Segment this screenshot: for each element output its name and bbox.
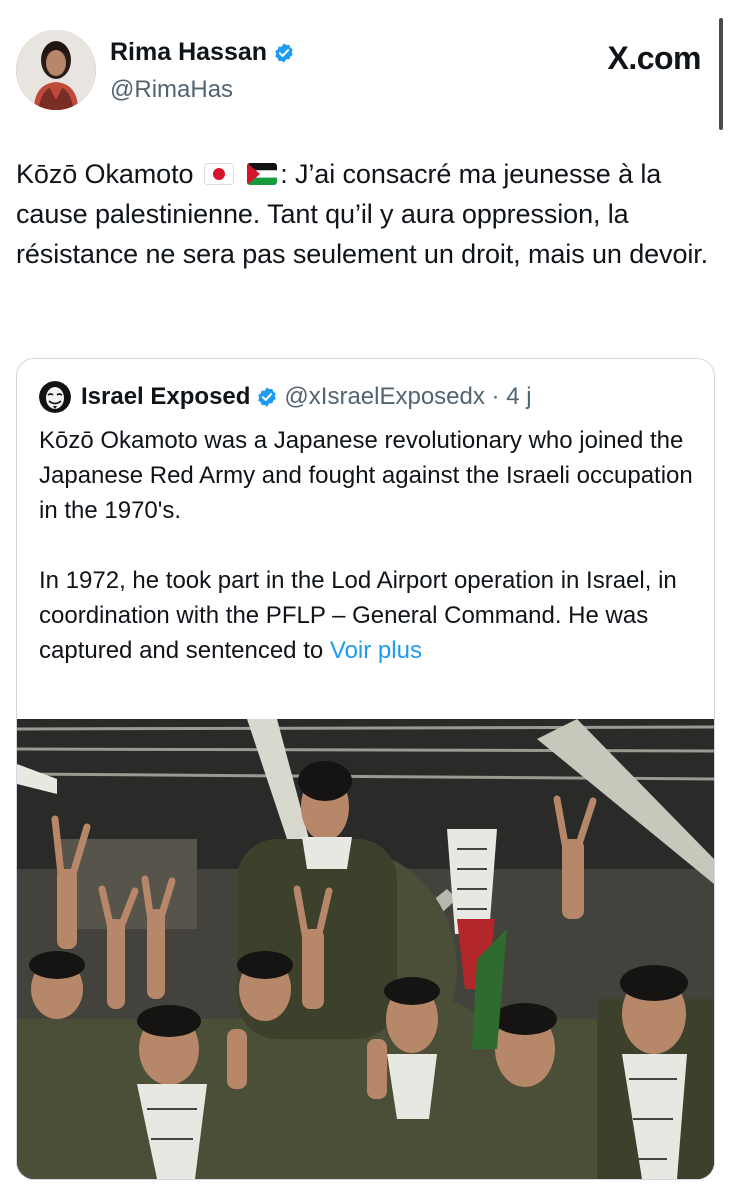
scrollbar[interactable]	[719, 18, 723, 130]
author-avatar[interactable]	[16, 30, 96, 110]
quoted-paragraph-1: Kōzō Okamoto was a Japanese revolutionar…	[39, 427, 693, 524]
quoted-tweet-header: Israel Exposed @xIsraelExposedx · 4 j	[39, 381, 532, 413]
tweet-text: Kōzō Okamoto : J’ai consacré ma jeunesse…	[16, 154, 716, 274]
quoted-paragraph-2: In 1972, he took part in the Lod Airport…	[39, 563, 699, 668]
palestine-flag-icon	[247, 163, 278, 185]
quoted-tweet-card[interactable]: Israel Exposed @xIsraelExposedx · 4 j Kō…	[16, 358, 715, 1180]
see-more-link[interactable]: Voir plus	[330, 637, 422, 664]
quoted-tweet-text: Kōzō Okamoto was a Japanese revolutionar…	[39, 423, 699, 703]
author-name[interactable]: Rima Hassan	[110, 38, 295, 67]
site-logo-text: X.com	[607, 40, 701, 76]
tweet-header: Rima Hassan @RimaHas X.com	[16, 28, 701, 116]
verified-badge-icon	[275, 42, 293, 63]
verified-badge-icon	[258, 387, 277, 407]
quoted-tweet-photo[interactable]	[17, 719, 714, 1179]
quoted-handle-time[interactable]: @xIsraelExposedx · 4 j	[284, 383, 531, 411]
tweet-text-start: Kōzō Okamoto	[16, 159, 194, 189]
quoted-author-avatar[interactable]	[39, 381, 71, 413]
quoted-author-name[interactable]: Israel Exposed	[81, 383, 250, 411]
author-handle[interactable]: @RimaHas	[110, 76, 233, 104]
japan-flag-icon	[203, 163, 234, 185]
author-name-text[interactable]: Rima Hassan	[110, 38, 267, 67]
